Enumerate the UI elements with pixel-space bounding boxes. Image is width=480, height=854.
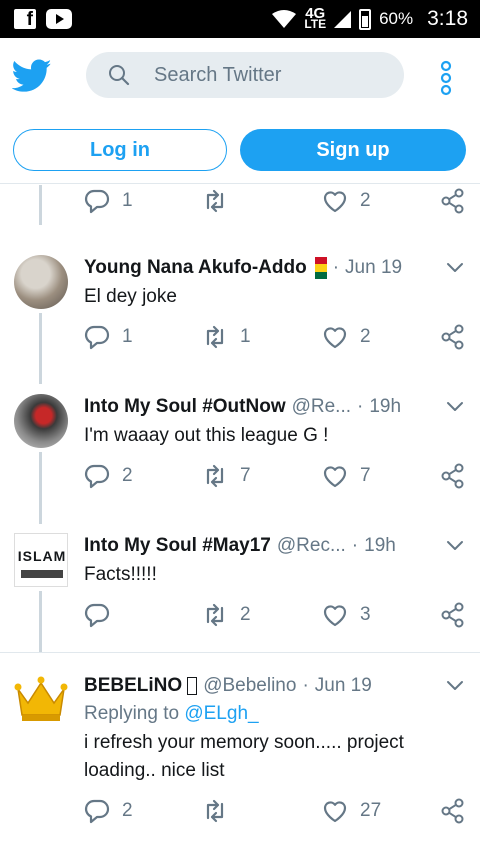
battery-percent: 60%	[379, 9, 414, 28]
reply-button[interactable]: 2	[84, 462, 133, 490]
share-button[interactable]	[440, 797, 466, 825]
twitter-bird-icon[interactable]	[12, 58, 52, 94]
tweet-time[interactable]: 19h	[364, 535, 396, 557]
replying-to: Replying to @ELgh_	[84, 703, 259, 724]
avatar[interactable]	[14, 255, 68, 309]
like-button[interactable]: 7	[322, 462, 371, 490]
signup-button[interactable]: Sign up	[240, 129, 466, 171]
divider	[0, 652, 480, 653]
search-icon	[109, 65, 130, 86]
emoji-placeholder-icon	[187, 677, 198, 695]
tweet-text: Facts!!!!!	[84, 564, 157, 585]
reply-button[interactable]: 1	[84, 187, 133, 215]
share-icon	[440, 798, 466, 824]
chevron-down-icon[interactable]	[446, 401, 464, 413]
crown-avatar[interactable]	[14, 671, 68, 725]
retweet-icon	[202, 602, 228, 628]
tweet-text: I'm waaay out this league G !	[84, 425, 329, 446]
network-type: 4G LTE	[304, 5, 327, 31]
share-icon	[440, 463, 466, 489]
user-handle[interactable]: @Re...	[292, 396, 351, 418]
share-icon	[440, 602, 466, 628]
retweet-button[interactable]	[202, 187, 240, 215]
tweet-actions: 1 2	[0, 187, 480, 215]
heart-icon	[322, 602, 348, 628]
signal-icon	[334, 10, 352, 28]
tweet-time[interactable]: Jun 19	[345, 257, 402, 279]
like-button[interactable]: 2	[322, 323, 371, 351]
avatar-graphic	[21, 570, 63, 578]
user-name[interactable]: Young Nana Akufo-Addo	[84, 257, 307, 279]
share-icon	[440, 324, 466, 350]
retweet-icon	[202, 324, 228, 350]
wifi-icon	[272, 10, 297, 28]
retweet-icon	[202, 463, 228, 489]
heart-icon	[322, 798, 348, 824]
clock: 3:18	[427, 7, 468, 30]
search-placeholder: Search Twitter	[154, 63, 282, 86]
separator-dot: ·	[357, 396, 364, 417]
avatar-text: ISLAM	[17, 548, 67, 564]
share-button[interactable]	[440, 601, 466, 629]
chevron-down-icon[interactable]	[446, 680, 464, 692]
user-handle[interactable]: @Bebelino	[203, 675, 296, 697]
battery-icon	[359, 8, 372, 30]
heart-icon	[322, 188, 348, 214]
retweet-icon	[202, 188, 228, 214]
chevron-down-icon[interactable]	[446, 262, 464, 274]
separator-dot: ·	[332, 257, 340, 278]
tweet-actions: 2 27	[0, 797, 480, 825]
status-bar: 4GLTE 60% 3:18	[0, 0, 480, 38]
user-name[interactable]: Into My Soul #May17	[84, 535, 271, 557]
like-button[interactable]: 27	[322, 797, 381, 825]
tweet-actions: 2 3	[0, 601, 480, 629]
search-field[interactable]: Search Twitter	[86, 52, 404, 98]
ghana-flag-icon	[314, 257, 327, 279]
reply-button[interactable]	[84, 601, 122, 629]
mention-link[interactable]: @ELgh_	[184, 703, 258, 724]
facebook-notification-icon	[14, 9, 36, 31]
login-button[interactable]: Log in	[13, 129, 227, 171]
reply-button[interactable]: 2	[84, 797, 133, 825]
heart-icon	[322, 324, 348, 350]
tweet-text: i refresh your memory soon..... project …	[84, 732, 404, 781]
reply-icon	[84, 463, 110, 489]
share-button[interactable]	[440, 323, 466, 351]
like-button[interactable]: 2	[322, 187, 371, 215]
tweet-actions: 1 1 2	[0, 323, 480, 351]
separator-dot: ·	[351, 535, 359, 556]
chevron-down-icon[interactable]	[446, 540, 464, 552]
user-handle[interactable]: @Rec...	[277, 535, 346, 557]
tweet-feed: 1 2 Young Nana Akufo-Addo · Jun 19 El de…	[0, 185, 480, 854]
share-icon	[440, 188, 466, 214]
like-button[interactable]: 3	[322, 601, 371, 629]
reply-icon	[84, 602, 110, 628]
reply-button[interactable]: 1	[84, 323, 133, 351]
retweet-button[interactable]: 7	[202, 462, 251, 490]
user-name[interactable]: Into My Soul #OutNow	[84, 396, 286, 418]
share-button[interactable]	[440, 187, 466, 215]
user-name[interactable]: BEBELiNO	[84, 675, 182, 697]
retweet-button[interactable]	[202, 797, 240, 825]
avatar[interactable]	[14, 394, 68, 448]
retweet-button[interactable]: 1	[202, 323, 251, 351]
retweet-button[interactable]: 2	[202, 601, 251, 629]
reply-icon	[84, 188, 110, 214]
reply-icon	[84, 324, 110, 350]
tweet-actions: 2 7 7	[0, 462, 480, 490]
share-button[interactable]	[440, 462, 466, 490]
retweet-icon	[202, 798, 228, 824]
separator-dot: ·	[302, 675, 309, 696]
tweet-time[interactable]: Jun 19	[315, 675, 372, 697]
tweet-text: El dey joke	[84, 286, 177, 307]
youtube-notification-icon	[46, 9, 72, 29]
avatar[interactable]: ISLAM	[14, 533, 68, 587]
heart-icon	[322, 463, 348, 489]
more-options-icon[interactable]	[440, 60, 452, 96]
reply-icon	[84, 798, 110, 824]
app-header: Search Twitter Log in Sign up	[0, 38, 480, 184]
tweet-time[interactable]: 19h	[369, 396, 401, 418]
